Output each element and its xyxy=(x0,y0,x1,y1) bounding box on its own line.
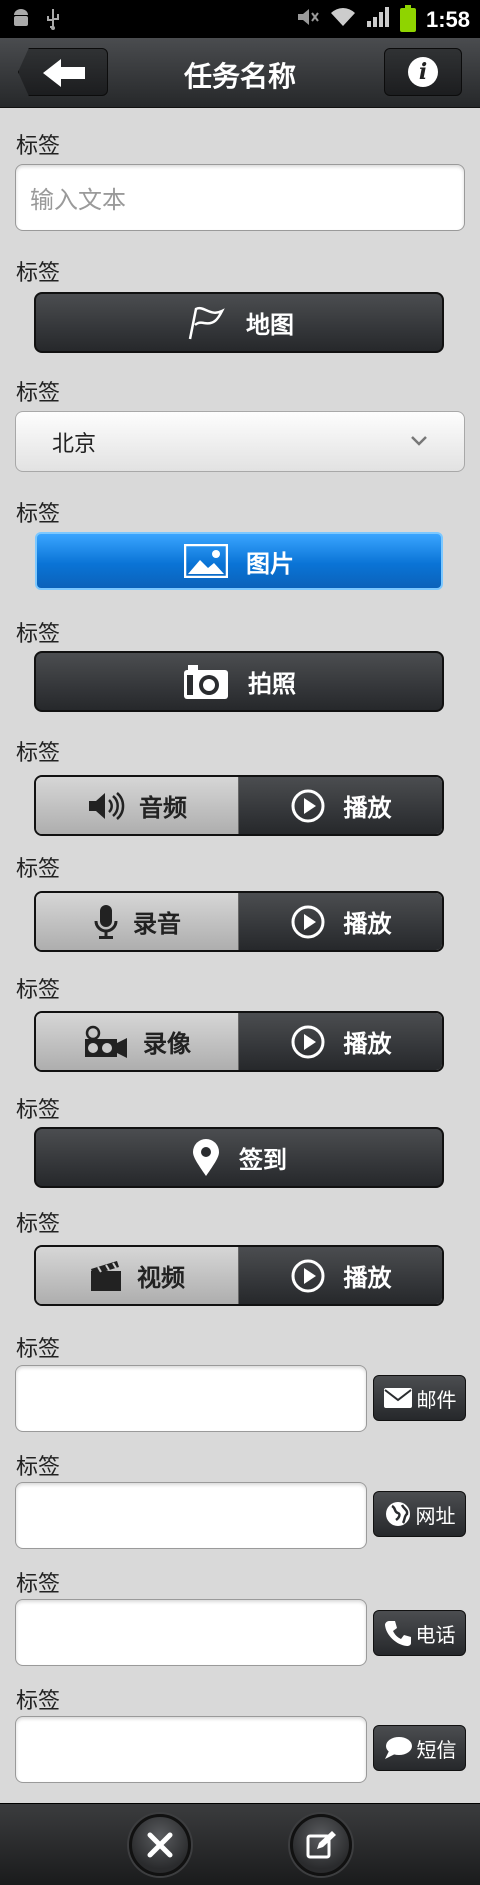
field-label: 标签 xyxy=(16,380,61,405)
info-button[interactable]: i xyxy=(384,48,462,96)
field-label: 标签 xyxy=(16,501,61,526)
field-label: 标签 xyxy=(16,1211,61,1236)
url-button[interactable]: 网址 xyxy=(373,1491,466,1537)
clock: 1:58 xyxy=(425,6,470,32)
field-label: 标签 xyxy=(16,1454,61,1479)
close-icon xyxy=(147,1832,173,1858)
field-label: 标签 xyxy=(16,1336,61,1361)
video-button[interactable]: 视频 xyxy=(36,1247,239,1304)
video-record-play-button[interactable]: 播放 xyxy=(239,1013,442,1070)
video-record-button-label: 录像 xyxy=(143,1031,191,1058)
envelope-icon xyxy=(383,1388,412,1408)
field-label: 标签 xyxy=(16,1097,61,1122)
map-button-label: 地图 xyxy=(246,312,294,339)
edit-button[interactable] xyxy=(290,1814,352,1876)
audio-control: 音频 播放 xyxy=(34,775,444,836)
phone-button[interactable]: 电话 xyxy=(373,1610,466,1656)
signal-icon xyxy=(366,6,390,33)
status-right-icons: 1:58 xyxy=(296,4,470,33)
checkin-button-label: 签到 xyxy=(239,1147,287,1174)
video-record-button[interactable]: 录像 xyxy=(36,1013,239,1070)
phone-icon xyxy=(384,1621,411,1646)
video-record-play-label: 播放 xyxy=(343,1031,392,1058)
audio-button-label: 音频 xyxy=(139,795,187,822)
mute-icon xyxy=(296,6,320,33)
email-button-label: 邮件 xyxy=(416,1389,457,1412)
email-button[interactable]: 邮件 xyxy=(373,1375,466,1421)
record-button[interactable]: 录音 xyxy=(36,893,239,950)
speech-bubble-icon xyxy=(384,1737,412,1759)
microphone-icon xyxy=(94,904,118,939)
video-play-button[interactable]: 播放 xyxy=(239,1247,442,1304)
video-control: 视频 播放 xyxy=(34,1245,444,1306)
city-select-value: 北京 xyxy=(52,430,97,456)
field-label: 标签 xyxy=(16,260,61,285)
email-field[interactable] xyxy=(15,1365,367,1432)
video-button-label: 视频 xyxy=(137,1265,185,1292)
phone-button-label: 电话 xyxy=(415,1624,456,1647)
record-control: 录音 播放 xyxy=(34,891,444,952)
status-left-icons xyxy=(10,8,62,36)
battery-icon xyxy=(399,4,416,32)
field-label: 标签 xyxy=(16,977,61,1002)
speaker-icon xyxy=(89,791,125,820)
title-bar: 任务名称 i xyxy=(0,38,480,108)
field-label: 标签 xyxy=(16,1688,61,1713)
clapperboard-icon xyxy=(91,1260,121,1291)
url-field[interactable] xyxy=(15,1482,367,1549)
android-icon xyxy=(10,8,32,36)
field-label: 标签 xyxy=(16,621,61,646)
play-icon xyxy=(291,1259,324,1292)
sms-button[interactable]: 短信 xyxy=(373,1725,466,1771)
usb-icon xyxy=(44,8,62,36)
checkin-button[interactable]: 签到 xyxy=(34,1127,444,1188)
sms-field[interactable] xyxy=(15,1716,367,1783)
record-play-label: 播放 xyxy=(343,911,392,938)
image-button-label: 图片 xyxy=(246,550,294,578)
record-button-label: 录音 xyxy=(133,911,181,938)
sms-button-label: 短信 xyxy=(416,1739,457,1762)
field-label: 标签 xyxy=(16,133,61,158)
info-icon: i xyxy=(408,57,438,87)
map-button[interactable]: 地图 xyxy=(34,292,444,353)
text-input[interactable]: 输入文本 xyxy=(15,164,465,231)
globe-icon xyxy=(385,1502,410,1526)
location-pin-icon xyxy=(193,1138,219,1176)
status-bar: 1:58 xyxy=(0,0,480,38)
field-label: 标签 xyxy=(16,856,61,881)
play-icon xyxy=(291,1025,324,1058)
photo-button[interactable]: 拍照 xyxy=(34,651,444,712)
edit-icon xyxy=(306,1831,336,1859)
wifi-icon xyxy=(330,6,356,33)
image-icon xyxy=(184,544,228,578)
audio-play-button[interactable]: 播放 xyxy=(239,777,442,834)
camera-icon xyxy=(184,664,228,699)
url-button-label: 网址 xyxy=(415,1505,456,1528)
cancel-button[interactable] xyxy=(129,1814,191,1876)
play-icon xyxy=(291,905,324,938)
record-play-button[interactable]: 播放 xyxy=(239,893,442,950)
image-button[interactable]: 图片 xyxy=(35,532,443,590)
city-select[interactable]: 北京 xyxy=(15,411,465,472)
flag-icon xyxy=(188,306,225,339)
video-camera-icon xyxy=(85,1025,127,1058)
play-icon xyxy=(291,789,324,822)
video-record-control: 录像 播放 xyxy=(34,1011,444,1072)
photo-button-label: 拍照 xyxy=(248,671,296,698)
phone-field[interactable] xyxy=(15,1599,367,1666)
audio-play-label: 播放 xyxy=(343,795,392,822)
field-label: 标签 xyxy=(16,740,61,765)
field-label: 标签 xyxy=(16,1571,61,1596)
video-play-label: 播放 xyxy=(343,1265,392,1292)
chevron-down-icon xyxy=(411,436,427,446)
audio-button[interactable]: 音频 xyxy=(36,777,239,834)
bottom-toolbar xyxy=(0,1803,480,1885)
